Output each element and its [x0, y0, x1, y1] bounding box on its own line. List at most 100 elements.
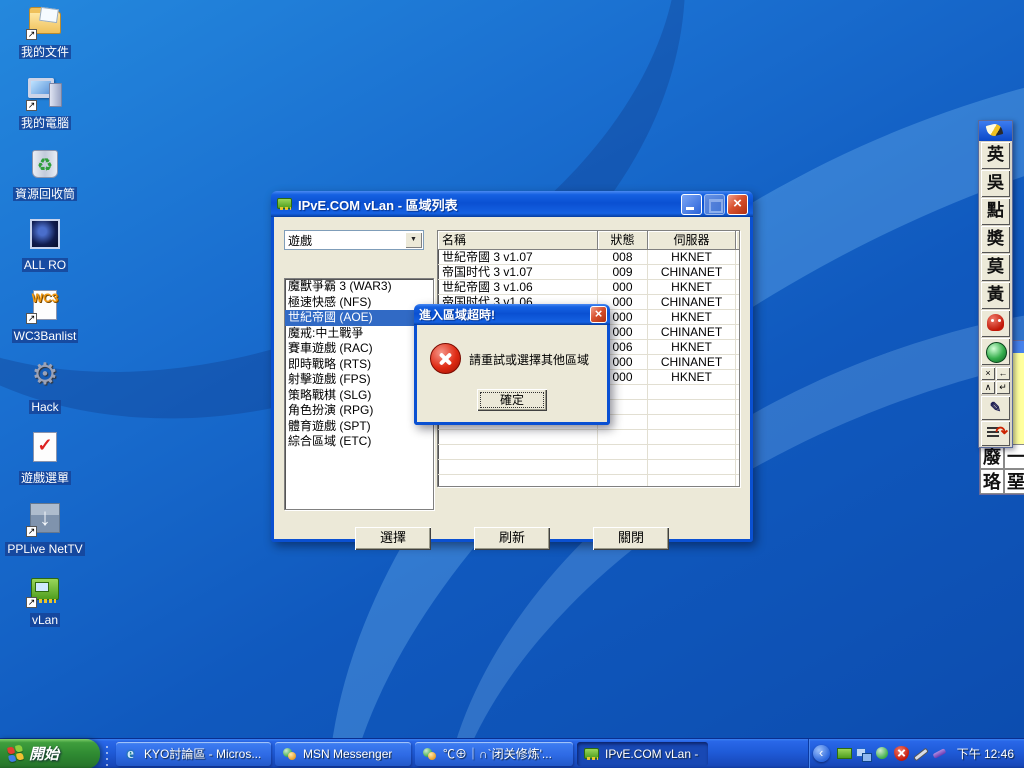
- desktop-icon-wc3[interactable]: WC3↗WC3Banlist: [2, 288, 88, 345]
- network-icon[interactable]: [856, 746, 871, 761]
- windows-logo-icon: [7, 744, 24, 763]
- game-list-item[interactable]: 射擊遊戲 (FPS): [285, 372, 433, 388]
- ime-char-button[interactable]: 黃: [981, 282, 1010, 309]
- handwriting-pencil-button[interactable]: ✎: [981, 396, 1010, 420]
- table-cell: [736, 475, 739, 487]
- vlan-card-icon[interactable]: [837, 748, 852, 759]
- start-button[interactable]: 開始: [0, 739, 100, 768]
- ok-button[interactable]: 確定: [477, 389, 547, 411]
- table-cell: HKNET: [648, 340, 736, 355]
- dialog-title: 進入區域超時!: [419, 306, 588, 323]
- table-cell: [598, 475, 648, 487]
- ime-char-button[interactable]: 英: [981, 142, 1010, 169]
- desktop-icon-folder[interactable]: ↗ 我的文件: [2, 4, 88, 61]
- task-button[interactable]: eKYO討論區 - Micros...: [116, 742, 271, 766]
- ime-toolbar-titlebar[interactable]: [979, 121, 1012, 141]
- table-row[interactable]: 世紀帝國 3 v1.06000HKNET: [438, 280, 739, 295]
- candidate-cell[interactable]: 珞: [980, 469, 1004, 494]
- table-cell: [736, 265, 739, 280]
- msn-icon: [281, 746, 298, 762]
- desktop-icon-computer[interactable]: ↗ 我的電腦: [2, 75, 88, 132]
- wrench-icon[interactable]: [913, 746, 928, 761]
- table-cell: [598, 445, 648, 460]
- ime-mascot-button[interactable]: [981, 310, 1010, 337]
- table-cell: [438, 460, 598, 475]
- select-button[interactable]: 選擇: [355, 527, 431, 550]
- tray-chevron-icon[interactable]: ‹: [813, 745, 830, 762]
- game-list-item[interactable]: 角色扮演 (RPG): [285, 403, 433, 419]
- ime-char-button[interactable]: 吳: [981, 170, 1010, 197]
- dialog-titlebar[interactable]: 進入區域超時! ×: [414, 304, 610, 325]
- table-cell: HKNET: [648, 370, 736, 385]
- window-title: IPvE.COM vLan - 區域列表: [298, 195, 679, 214]
- header-server[interactable]: 伺服器: [648, 231, 736, 250]
- combo-dropdown-icon[interactable]: ▼: [405, 232, 422, 248]
- close-button[interactable]: ×: [727, 194, 748, 215]
- ime-globe-button[interactable]: [981, 338, 1010, 365]
- desktop-icon-recycle[interactable]: ♻資源回收筒: [2, 146, 88, 203]
- gear-icon: ⚙: [26, 359, 64, 395]
- ime-char-buttons: 英吳點奬莫黃: [979, 142, 1012, 309]
- shortcut-arrow-icon: ↗: [26, 29, 37, 40]
- shortcut-arrow-icon: ↗: [26, 313, 37, 324]
- shortcut-arrow-icon: ↗: [26, 597, 37, 608]
- taskbar-separator: [103, 742, 111, 766]
- game-list-item[interactable]: 極速快感 (NFS): [285, 295, 433, 311]
- ime-clear-button[interactable]: ×: [981, 367, 995, 380]
- ime-redo-button[interactable]: ↷: [981, 421, 1010, 446]
- minimize-button[interactable]: [681, 194, 702, 215]
- dialog-close-icon[interactable]: ×: [590, 306, 607, 323]
- table-row[interactable]: [438, 430, 739, 445]
- table-cell: [736, 325, 739, 340]
- task-button[interactable]: IPvE.COM vLan - 區...: [577, 742, 708, 766]
- window-titlebar[interactable]: IPvE.COM vLan - 區域列表 ×: [271, 191, 753, 217]
- ime-caret-button[interactable]: ∧: [981, 381, 995, 394]
- ime-char-button[interactable]: 奬: [981, 226, 1010, 253]
- header-status[interactable]: 狀態: [598, 231, 648, 250]
- task-button[interactable]: ℃⊕｜∩`闭关修炼'...: [415, 742, 573, 766]
- ime-enter-button[interactable]: ↵: [996, 381, 1010, 394]
- ime-mini-buttons: ×←∧↵: [979, 367, 1012, 394]
- refresh-button[interactable]: 刷新: [474, 527, 550, 550]
- table-cell: [648, 430, 736, 445]
- usb-device-icon[interactable]: [932, 746, 947, 761]
- desktop-icon-gear[interactable]: ⚙Hack: [2, 359, 88, 416]
- game-list-item[interactable]: 體育遊戲 (SPT): [285, 419, 433, 435]
- ime-char-button[interactable]: 點: [981, 198, 1010, 225]
- maximize-button: [704, 194, 725, 215]
- table-row[interactable]: 帝国时代 3 v1.07009CHINANET: [438, 265, 739, 280]
- game-list-item[interactable]: 策略戰棋 (SLG): [285, 388, 433, 404]
- desktop-icon-label: 我的文件: [19, 45, 71, 59]
- game-category-combo[interactable]: 遊戲 ▼: [284, 230, 424, 250]
- desktop-icon-pplive[interactable]: ↓↗PPLive NetTV: [2, 501, 88, 558]
- header-filler: [736, 231, 739, 250]
- desktop-icon-vlan[interactable]: ↗vLan: [2, 572, 88, 629]
- game-list-item[interactable]: 世紀帝國 (AOE): [285, 310, 433, 326]
- game-list-item[interactable]: 綜合區域 (ETC): [285, 434, 433, 450]
- task-button[interactable]: MSN Messenger: [275, 742, 411, 766]
- game-list-item[interactable]: 魔獸爭霸 3 (WAR3): [285, 279, 433, 295]
- game-list-item[interactable]: 賽車遊戲 (RAC): [285, 341, 433, 357]
- ime-back-button[interactable]: ←: [996, 367, 1010, 380]
- clock: 下午 12:46: [957, 745, 1014, 762]
- shortcut-arrow-icon: ↗: [26, 100, 37, 111]
- dialog-message: 請重試或選擇其他區域: [469, 351, 607, 368]
- game-list-item[interactable]: 魔戒:中土戰爭: [285, 326, 433, 342]
- table-row[interactable]: [438, 460, 739, 475]
- msn-buddy-icon[interactable]: [875, 746, 890, 761]
- table-cell: 世紀帝國 3 v1.06: [438, 280, 598, 295]
- game-list-item[interactable]: 即時戰略 (RTS): [285, 357, 433, 373]
- security-shield-icon[interactable]: [894, 746, 909, 761]
- close-window-button[interactable]: 關閉: [593, 527, 669, 550]
- table-row[interactable]: 世紀帝國 3 v1.07008HKNET: [438, 250, 739, 265]
- desktop-icon-label: 我的電腦: [19, 116, 71, 130]
- header-name[interactable]: 名稱: [438, 231, 598, 250]
- desktop-icon-doc-check[interactable]: ✓遊戲選單: [2, 430, 88, 487]
- candidate-cell[interactable]: 堊: [1004, 469, 1024, 494]
- table-cell: [736, 415, 739, 430]
- ime-char-button[interactable]: 莫: [981, 254, 1010, 281]
- desktop-icon-allro[interactable]: ALL RO: [2, 217, 88, 274]
- table-row[interactable]: [438, 445, 739, 460]
- table-row[interactable]: [438, 475, 739, 487]
- task-button-label: KYO討論區 - Micros...: [144, 745, 261, 762]
